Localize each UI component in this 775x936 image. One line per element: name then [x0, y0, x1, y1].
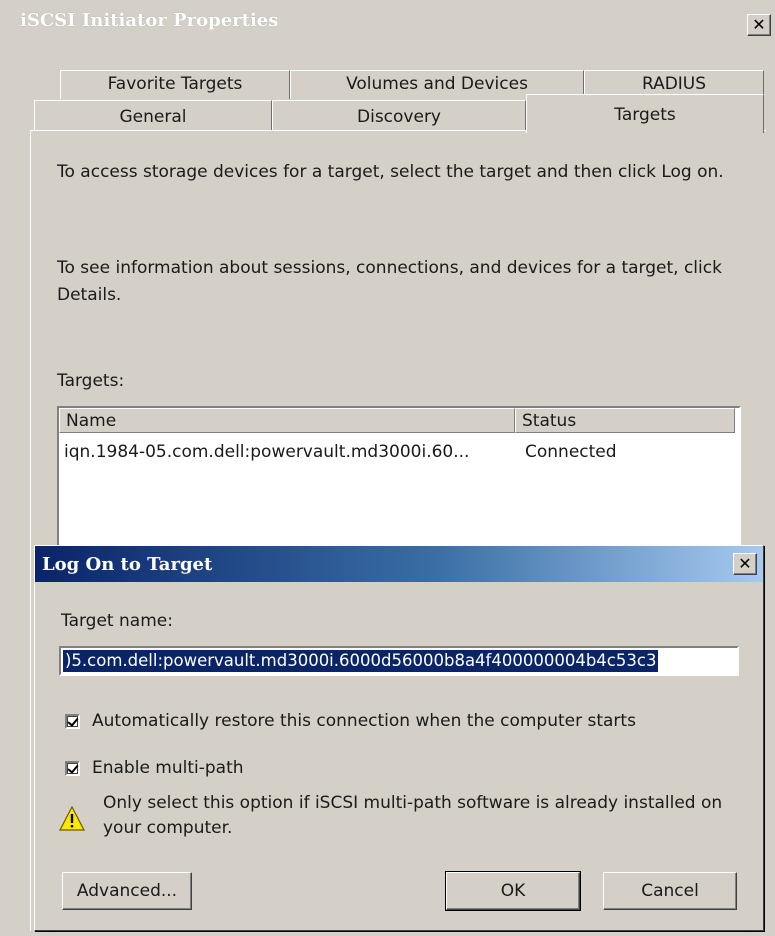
window-titlebar[interactable]: iSCSI Initiator Properties ✕ [0, 0, 775, 42]
logon-instruction: To access storage devices for a target, … [57, 162, 724, 182]
details-instruction: To see information about sessions, conne… [57, 258, 722, 305]
multipath-checkbox[interactable] [65, 760, 80, 776]
tab-general[interactable]: General [34, 100, 272, 131]
close-window-button[interactable]: ✕ [747, 14, 771, 36]
multipath-option[interactable]: Enable multi-path [65, 756, 244, 780]
close-icon: ✕ [738, 554, 752, 573]
window-title: iSCSI Initiator Properties [20, 10, 279, 31]
target-name-value: )5.com.dell:powervault.md3000i.6000d5600… [63, 650, 659, 672]
auto-restore-label: Automatically restore this connection wh… [92, 711, 636, 731]
dialog-title: Log On to Target [42, 554, 213, 575]
tab-favorite-targets[interactable]: Favorite Targets [60, 70, 290, 99]
target-name-label: Target name: [61, 611, 173, 631]
close-dialog-button[interactable]: ✕ [733, 553, 757, 575]
dialog-titlebar[interactable]: Log On to Target ✕ [35, 546, 763, 582]
advanced-button[interactable]: Advanced... [62, 872, 192, 910]
column-header-name[interactable]: Name [59, 408, 515, 433]
column-header-status[interactable]: Status [515, 408, 735, 433]
multipath-warning: Only select this option if iSCSI multi-p… [103, 793, 723, 838]
tab-discovery[interactable]: Discovery [272, 100, 526, 131]
auto-restore-checkbox[interactable] [65, 713, 80, 729]
target-name-field[interactable]: )5.com.dell:powervault.md3000i.6000d5600… [59, 646, 739, 676]
auto-restore-option[interactable]: Automatically restore this connection wh… [65, 709, 636, 733]
multipath-label: Enable multi-path [92, 758, 244, 778]
target-name-cell: iqn.1984-05.com.dell:powervault.md3000i.… [64, 442, 470, 462]
cancel-button[interactable]: Cancel [603, 872, 737, 910]
close-icon: ✕ [752, 15, 766, 34]
targets-label: Targets: [57, 371, 125, 391]
logon-dialog: Log On to Target ✕ Target name: )5.com.d… [34, 545, 764, 931]
tab-targets[interactable]: Targets [526, 94, 764, 133]
warning-icon [59, 806, 85, 831]
targets-list[interactable]: Name Status iqn.1984-05.com.dell:powerva… [57, 406, 741, 550]
target-status-cell: Connected [525, 442, 617, 462]
ok-button[interactable]: OK [445, 871, 581, 911]
